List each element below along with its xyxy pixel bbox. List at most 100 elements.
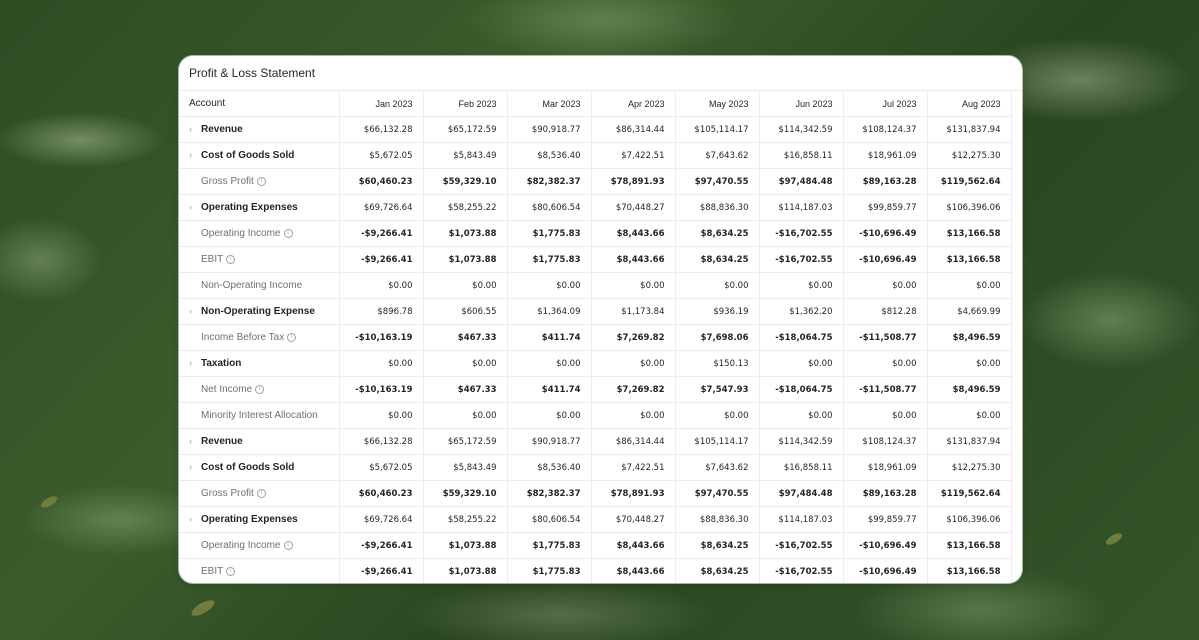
table-row[interactable]: › Non-Operating Expense $896.78 $606.55 $1,3…	[179, 298, 1012, 325]
value-cell: $108,124.37	[843, 428, 928, 455]
value-cell: $8,443.66	[591, 532, 676, 559]
info-icon[interactable]: i	[287, 332, 297, 342]
value-cell: $78,891.93	[591, 168, 676, 195]
info-icon[interactable]: i	[226, 254, 236, 264]
value-cell: $0.00	[507, 272, 592, 299]
pnl-statement-panel: Profit & Loss Statement Account Jan 2023…	[179, 56, 1022, 583]
account-label: Non-Operating Expense	[201, 306, 315, 317]
account-cell[interactable]: › Revenue	[179, 116, 340, 143]
account-cell[interactable]: › Non-Operating Expense	[179, 298, 340, 325]
account-cell: EBIT i	[179, 558, 340, 583]
value-cell: $97,484.48	[759, 168, 844, 195]
table-row[interactable]: › Operating Expenses $69,726.64 $58,255.22 $…	[179, 194, 1012, 221]
value-cell: -$18,064.75	[759, 376, 844, 403]
value-cell: -$11,508.77	[843, 376, 928, 403]
account-cell[interactable]: › Operating Expenses	[179, 194, 340, 221]
account-cell[interactable]: › Cost of Goods Sold	[179, 454, 340, 481]
value-cell: $8,496.59	[927, 324, 1012, 351]
table-row[interactable]: › Cost of Goods Sold $5,672.05 $5,843.49 $8,…	[179, 142, 1012, 169]
pnl-table: Account Jan 2023 Feb 2023 Mar 2023 Apr 2…	[179, 91, 1012, 583]
value-cell: $88,836.30	[675, 506, 760, 533]
value-cell: $86,314.44	[591, 116, 676, 143]
account-label: Cost of Goods Sold	[201, 462, 295, 473]
chevron-right-icon[interactable]: ›	[189, 436, 201, 446]
account-label: Income Before Tax	[201, 332, 285, 343]
chevron-right-icon[interactable]: ›	[189, 514, 201, 524]
info-icon[interactable]: i	[256, 488, 266, 498]
value-cell: $1,073.88	[423, 246, 508, 273]
value-cell: $467.33	[423, 376, 508, 403]
value-cell: $70,448.27	[591, 506, 676, 533]
background-leaf	[1104, 531, 1124, 547]
info-icon[interactable]: i	[255, 384, 265, 394]
value-cell: $5,843.49	[423, 454, 508, 481]
table-row[interactable]: › Cost of Goods Sold $5,672.05 $5,843.49 $8,…	[179, 454, 1012, 481]
value-cell: $1,073.88	[423, 220, 508, 247]
table-row: Minority Interest Allocation $0.00 $0.00 $0…	[179, 402, 1012, 429]
table-row[interactable]: › Revenue $66,132.28 $65,172.59 $90,918.77 $8…	[179, 116, 1012, 143]
account-cell[interactable]: › Revenue	[179, 428, 340, 455]
value-cell: $411.74	[507, 376, 592, 403]
account-cell[interactable]: › Operating Expenses	[179, 506, 340, 533]
background-leaf	[39, 494, 59, 510]
value-cell: -$9,266.41	[339, 220, 424, 247]
table-row: Gross Profit i $60,460.23 $59,329.10 $82,382…	[179, 168, 1012, 195]
value-cell: $0.00	[843, 402, 928, 429]
table-row[interactable]: › Operating Expenses $69,726.64 $58,255.22 $…	[179, 506, 1012, 533]
value-cell: $18,961.09	[843, 142, 928, 169]
chevron-right-icon[interactable]: ›	[189, 358, 201, 368]
value-cell: $0.00	[759, 350, 844, 377]
table-row: EBIT i -$9,266.41 $1,073.88 $1,775.83 $8,443.…	[179, 246, 1012, 273]
value-cell: $8,634.25	[675, 558, 760, 583]
column-header-account: Account	[179, 91, 340, 117]
value-cell: $1,364.09	[507, 298, 592, 325]
value-cell: -$10,696.49	[843, 220, 928, 247]
value-cell: $8,496.59	[927, 376, 1012, 403]
account-cell: Gross Profit i	[179, 168, 340, 195]
value-cell: $88,836.30	[675, 194, 760, 221]
account-label: Revenue	[201, 436, 243, 447]
value-cell: $7,698.06	[675, 324, 760, 351]
value-cell: $119,562.64	[927, 168, 1012, 195]
account-label: Non-Operating Income	[201, 280, 303, 291]
value-cell: $97,484.48	[759, 480, 844, 507]
value-cell: $119,562.64	[927, 480, 1012, 507]
value-cell: $0.00	[843, 350, 928, 377]
value-cell: $7,269.82	[591, 376, 676, 403]
chevron-right-icon[interactable]: ›	[189, 306, 201, 316]
value-cell: $114,187.03	[759, 194, 844, 221]
chevron-right-icon[interactable]: ›	[189, 202, 201, 212]
value-cell: -$9,266.41	[339, 246, 424, 273]
column-header-month: Feb 2023	[423, 91, 508, 117]
table-row[interactable]: › Taxation $0.00 $0.00 $0.00 $0.00 $150.13 $0.0…	[179, 350, 1012, 377]
info-icon[interactable]: i	[226, 566, 236, 576]
info-icon[interactable]: i	[256, 176, 266, 186]
value-cell: $4,669.99	[927, 298, 1012, 325]
chevron-right-icon[interactable]: ›	[189, 150, 201, 160]
account-label: Revenue	[201, 124, 243, 135]
account-label: Minority Interest Allocation	[201, 410, 318, 421]
value-cell: $8,634.25	[675, 246, 760, 273]
value-cell: $13,166.58	[927, 558, 1012, 583]
value-cell: $896.78	[339, 298, 424, 325]
table-row[interactable]: › Revenue $66,132.28 $65,172.59 $90,918.77 $8…	[179, 428, 1012, 455]
column-header-month: Aug 2023	[927, 91, 1012, 117]
value-cell: $80,606.54	[507, 194, 592, 221]
chevron-right-icon[interactable]: ›	[189, 462, 201, 472]
value-cell: $13,166.58	[927, 220, 1012, 247]
info-icon[interactable]: i	[283, 540, 293, 550]
value-cell: -$10,163.19	[339, 376, 424, 403]
account-cell[interactable]: › Cost of Goods Sold	[179, 142, 340, 169]
value-cell: $5,843.49	[423, 142, 508, 169]
value-cell: $8,634.25	[675, 220, 760, 247]
account-label: Net Income	[201, 384, 253, 395]
value-cell: $16,858.11	[759, 454, 844, 481]
info-icon[interactable]: i	[283, 228, 293, 238]
value-cell: -$18,064.75	[759, 324, 844, 351]
value-cell: $86,314.44	[591, 428, 676, 455]
account-label: Operating Income	[201, 540, 281, 551]
chevron-right-icon[interactable]: ›	[189, 124, 201, 134]
value-cell: $1,173.84	[591, 298, 676, 325]
value-cell: $0.00	[507, 402, 592, 429]
account-cell[interactable]: › Taxation	[179, 350, 340, 377]
